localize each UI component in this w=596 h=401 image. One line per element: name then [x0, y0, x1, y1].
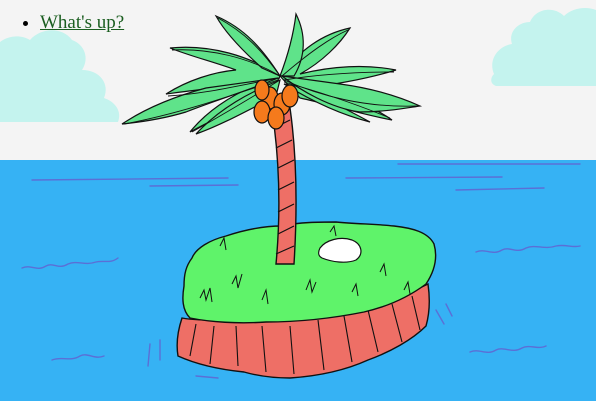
nav-list-item: What's up?	[40, 12, 124, 34]
whats-up-link[interactable]: What's up?	[40, 12, 124, 33]
nav-list: What's up?	[0, 0, 124, 34]
page: What's up?	[0, 0, 596, 401]
island-illustration	[0, 0, 596, 401]
